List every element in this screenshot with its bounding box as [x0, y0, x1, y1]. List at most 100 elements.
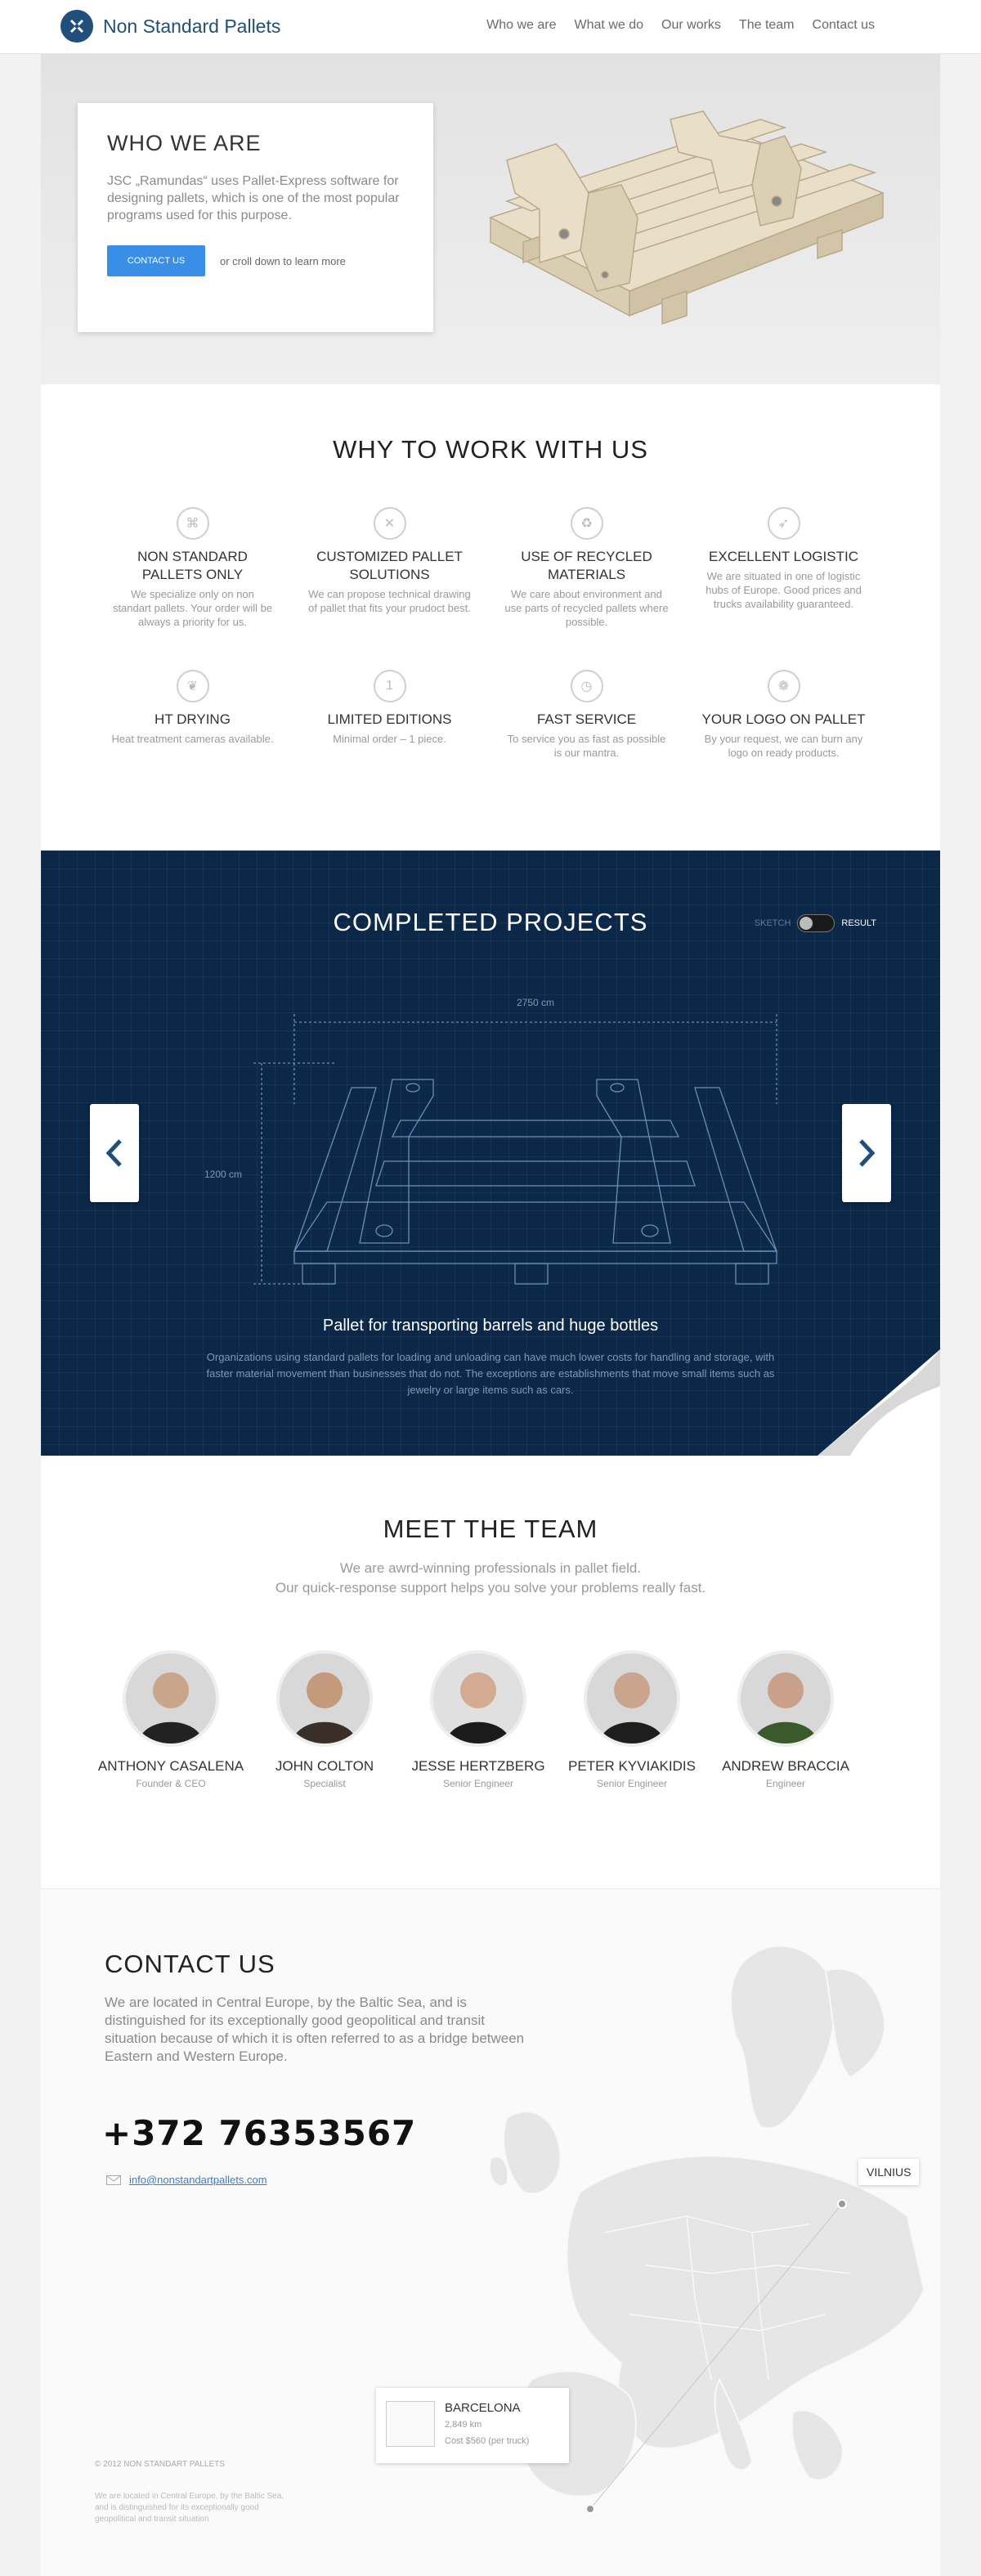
tools-logo-icon: [60, 10, 93, 43]
member-name: PETER KYVIAKIDIS: [568, 1758, 696, 1774]
nav-our-works[interactable]: Our works: [661, 18, 721, 33]
nav-who-we-are[interactable]: Who we are: [486, 18, 556, 33]
logo-icon: ❁: [767, 670, 800, 702]
feature-text: By your request, we can burn any logo on…: [704, 733, 863, 759]
vilnius-label[interactable]: VILNIUS: [858, 2159, 920, 2185]
member-name: ANTHONY CASALENA: [97, 1758, 244, 1774]
hero-card: WHO WE ARE JSC „Ramundas“ uses Pallet-Ex…: [78, 103, 433, 332]
member-role: Founder & CEO: [136, 1778, 206, 1789]
sketch-result-toggle: SKETCH RESULT: [755, 914, 876, 932]
team-title: MEET THE TEAM: [383, 1515, 598, 1543]
team-section: MEET THE TEAM We are awrd-winning profes…: [41, 1456, 940, 1889]
page-container: WHO WE ARE JSC „Ramundas“ uses Pallet-Ex…: [41, 0, 940, 2576]
feature-title: YOUR LOGO ON PALLET: [701, 711, 866, 727]
feature-text: Heat treatment cameras available.: [111, 733, 274, 745]
feature-title: FAST SERVICE: [536, 711, 637, 727]
email-row: info@nonstandartpallets.com: [106, 2174, 267, 2186]
page-curl-decoration: [818, 1349, 940, 1456]
feature-text: We are situated in one of logistic hubs …: [706, 570, 862, 610]
why-section: WHY TO WORK WITH US ⌘ NON STANDARD PALLE…: [41, 384, 940, 850]
chevron-right-icon: [859, 1139, 876, 1167]
barcelona-card[interactable]: BARCELONA 2,849 km Cost $560 (per truck): [376, 2388, 569, 2463]
member-role: Engineer: [765, 1778, 806, 1789]
feature-item: ⌘ NON STANDARD PALLETS ONLY We specializ…: [94, 507, 291, 629]
tools-icon: ✕: [373, 507, 406, 540]
projects-section: COMPLETED PROJECTS SKETCH RESULT 2750 cm…: [41, 850, 940, 1456]
main-nav: Who we are What we do Our works The team…: [486, 18, 875, 33]
avatar: [737, 1650, 834, 1747]
hero-actions: CONTACT US or croll down to learn more: [107, 245, 404, 276]
team-subtitle-line-1: We are awrd-winning professionals in pal…: [339, 1560, 642, 1576]
project-description: Organizations using standard pallets for…: [206, 1351, 775, 1396]
member-role: Specialist: [303, 1778, 346, 1789]
avatar: [123, 1650, 219, 1747]
mail-icon: [106, 2174, 121, 2185]
barcelona-distance: 2,849 km: [445, 2420, 482, 2430]
chevron-left-icon: [105, 1139, 122, 1167]
feature-item: ◷ FAST SERVICE To service you as fast as…: [488, 670, 685, 760]
team-subtitle: We are awrd-winning professionals in pal…: [41, 1559, 940, 1598]
feature-title: EXCELLENT LOGISTIC: [709, 549, 858, 564]
pallet-blueprint: 2750 cm 1200 cm: [204, 997, 778, 1285]
scroll-hint: or croll down to learn more: [220, 254, 346, 267]
feature-item: ➶ EXCELLENT LOGISTIC We are situated in …: [685, 507, 882, 629]
hero-text: JSC „Ramundas“ uses Pallet-Express softw…: [107, 174, 400, 222]
recycle-icon: ♻: [570, 507, 603, 540]
previous-project-button[interactable]: [90, 1104, 139, 1202]
site-header: Non Standard Pallets Who we are What we …: [0, 0, 981, 54]
member-name: JESSE HERTZBERG: [411, 1758, 545, 1774]
nav-what-we-do[interactable]: What we do: [575, 18, 643, 33]
member-role: Senior Engineer: [442, 1778, 514, 1789]
contact-intro: We are located in Central Europe, by the…: [105, 1995, 525, 2064]
avatar: [430, 1650, 526, 1747]
project-title: Pallet for transporting barrels and huge…: [322, 1317, 659, 1335]
hero-title: WHO WE ARE: [107, 131, 262, 155]
team-member: PETER KYVIAKIDIS Senior Engineer: [555, 1650, 709, 1789]
truck-icon: [386, 2401, 435, 2447]
feature-text: We can propose technical drawing of pall…: [308, 588, 471, 614]
feature-title: LIMITED EDITIONS: [327, 711, 452, 727]
team-member: JOHN COLTON Specialist: [248, 1650, 401, 1789]
logo[interactable]: Non Standard Pallets: [60, 10, 280, 43]
why-title: WHY TO WORK WITH US: [333, 435, 648, 464]
toggle-label-sketch: SKETCH: [754, 918, 791, 928]
brand-name: Non Standard Pallets: [103, 15, 281, 37]
team-subtitle-line-2: Our quick-response support helps you sol…: [275, 1580, 706, 1595]
avatar: [584, 1650, 680, 1747]
feature-text: We care about environment and use parts …: [504, 588, 669, 628]
feature-item: ✕ CUSTOMIZED PALLET SOLUTIONS We can pro…: [291, 507, 488, 629]
phone-number: +372 76353567: [102, 2113, 417, 2153]
feature-title: HT DRYING: [155, 711, 231, 727]
member-role: Senior Engineer: [596, 1778, 668, 1789]
nav-the-team[interactable]: The team: [739, 18, 795, 33]
logistic-icon: ➶: [767, 507, 800, 540]
feature-text: We specialize only on non standart palle…: [112, 588, 273, 628]
contact-section: CONTACT US We are located in Central Eur…: [41, 1889, 940, 2576]
feature-item: ♻ USE OF RECYCLED MATERIALS We care abou…: [488, 507, 685, 629]
feature-item: 1 LIMITED EDITIONS Minimal order – 1 pie…: [291, 670, 488, 760]
barcelona-cost: Cost $560 (per truck): [445, 2436, 530, 2446]
hero-section: WHO WE ARE JSC „Ramundas“ uses Pallet-Ex…: [41, 54, 940, 384]
feature-text: To service you as fast as possible is ou…: [507, 733, 666, 759]
member-name: ANDREW BRACCIA: [722, 1758, 849, 1774]
limited-icon: 1: [373, 670, 406, 702]
europe-map: [489, 1945, 925, 2514]
team-members: ANTHONY CASALENA Founder & CEO JOHN COLT…: [94, 1650, 862, 1789]
team-member: ANDREW BRACCIA Engineer: [709, 1650, 862, 1789]
nav-contact-us[interactable]: Contact us: [813, 18, 875, 33]
next-project-button[interactable]: [842, 1104, 891, 1202]
clock-icon: ◷: [570, 670, 603, 702]
pallet-photo: [489, 110, 885, 325]
leaf-icon: ❦: [176, 670, 209, 702]
team-member: ANTHONY CASALENA Founder & CEO: [94, 1650, 248, 1789]
blueprint-height-label: 1200 cm: [204, 1169, 242, 1180]
team-member: JESSE HERTZBERG Senior Engineer: [401, 1650, 555, 1789]
contact-us-button[interactable]: CONTACT US: [107, 245, 205, 276]
member-name: JOHN COLTON: [275, 1758, 374, 1774]
feature-title: CUSTOMIZED PALLET SOLUTIONS: [316, 549, 463, 582]
toggle-switch[interactable]: [797, 914, 835, 932]
email-link[interactable]: info@nonstandartpallets.com: [129, 2174, 267, 2186]
feature-title: USE OF RECYCLED MATERIALS: [521, 549, 652, 582]
pallet-icon: ⌘: [176, 507, 209, 540]
feature-title: NON STANDARD PALLETS ONLY: [137, 549, 248, 582]
